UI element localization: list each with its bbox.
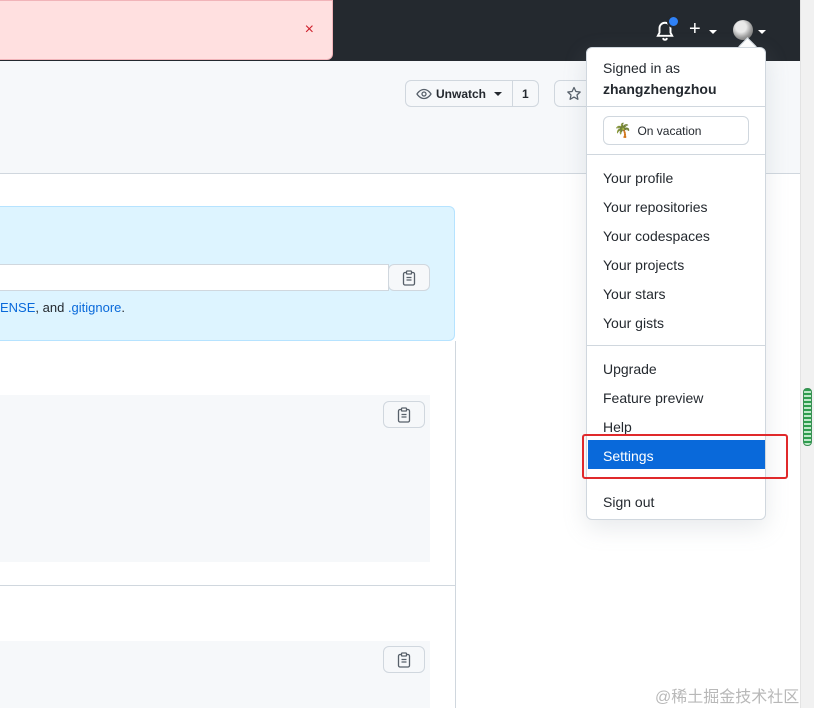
menu-item-your-profile[interactable]: Your profile <box>603 170 673 186</box>
watch-button-group: Unwatch 1 <box>405 80 539 107</box>
menu-item-your-repositories[interactable]: Your repositories <box>603 199 708 215</box>
copy-commands-button-1[interactable] <box>383 401 425 428</box>
watch-caret-icon <box>494 91 503 96</box>
scrollbar-thumb[interactable] <box>803 388 812 446</box>
palm-tree-icon: 🌴 <box>614 122 632 138</box>
copy-url-button[interactable] <box>388 264 430 291</box>
watch-count[interactable]: 1 <box>513 81 538 106</box>
menu-divider <box>587 345 765 346</box>
user-avatar[interactable] <box>733 20 753 40</box>
set-status-button[interactable]: 🌴 On vacation <box>603 116 749 145</box>
status-text: On vacation <box>637 123 702 138</box>
flash-banner: × <box>0 0 333 60</box>
watermark: @稀土掘金技术社区 <box>655 689 800 706</box>
star-icon <box>567 86 581 100</box>
settings-highlight-annotation <box>582 434 788 479</box>
flash-close-button[interactable]: × <box>305 22 314 38</box>
create-new-plus-icon[interactable]: + <box>689 18 701 41</box>
scrollbar-track[interactable] <box>800 0 814 708</box>
menu-item-your-codespaces[interactable]: Your codespaces <box>603 228 710 244</box>
signed-in-label: Signed in as <box>603 60 681 76</box>
clone-url-input[interactable] <box>0 264 389 291</box>
eye-icon <box>416 88 432 99</box>
quick-setup-hint: ENSE, and .gitignore. <box>0 300 125 315</box>
menu-item-your-stars[interactable]: Your stars <box>603 286 666 302</box>
menu-item-upgrade[interactable]: Upgrade <box>603 361 657 377</box>
copy-commands-button-2[interactable] <box>383 646 425 673</box>
license-link[interactable]: ENSE <box>0 300 35 315</box>
code-block-create <box>0 395 430 562</box>
menu-divider <box>587 154 765 155</box>
clipboard-icon <box>397 651 411 668</box>
gitignore-link[interactable]: .gitignore <box>68 300 121 315</box>
hint-separator: , and <box>35 300 68 315</box>
menu-divider <box>587 106 765 107</box>
clipboard-icon <box>397 406 411 423</box>
notification-indicator <box>667 15 680 28</box>
menu-item-help[interactable]: Help <box>603 419 632 435</box>
unwatch-button[interactable]: Unwatch <box>406 81 514 106</box>
hint-end: . <box>121 300 126 315</box>
unwatch-label: Unwatch <box>436 86 487 101</box>
avatar-caret-icon[interactable] <box>758 30 766 34</box>
section-divider <box>0 585 455 586</box>
create-caret-icon[interactable] <box>709 30 717 34</box>
menu-item-feature-preview[interactable]: Feature preview <box>603 390 703 406</box>
code-block-push <box>0 641 430 708</box>
menu-item-sign-out[interactable]: Sign out <box>603 494 654 510</box>
clipboard-icon <box>402 269 416 286</box>
username: zhangzhengzhou <box>603 81 717 97</box>
menu-item-your-gists[interactable]: Your gists <box>603 315 664 331</box>
menu-item-your-projects[interactable]: Your projects <box>603 257 684 273</box>
